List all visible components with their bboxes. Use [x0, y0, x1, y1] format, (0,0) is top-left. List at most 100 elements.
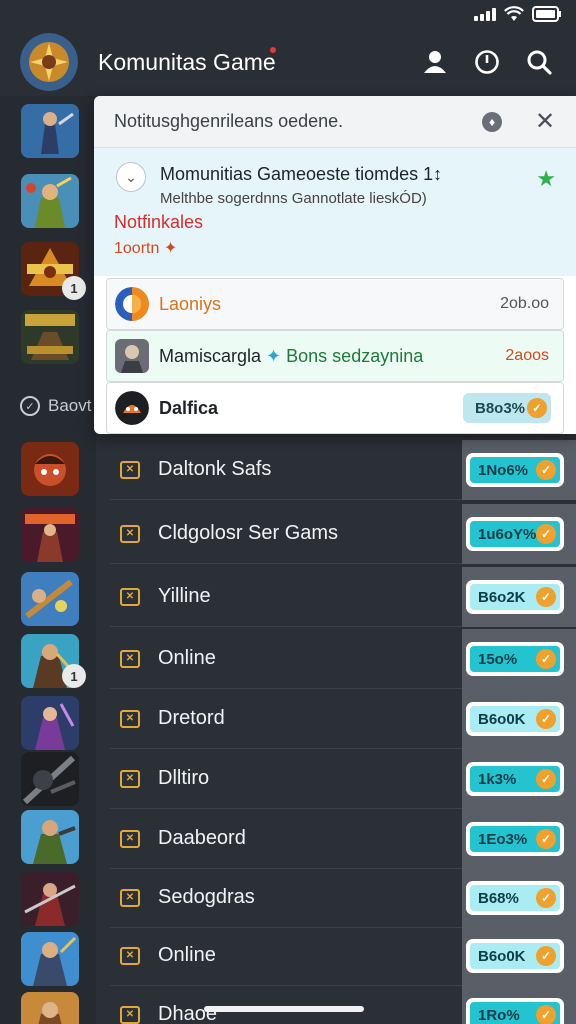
price-chip[interactable]: 1u6oY% ✓	[466, 517, 564, 551]
search-button[interactable]	[524, 47, 554, 77]
price-chip[interactable]: B6o0K ✓	[466, 939, 564, 973]
price-value: 1Eo3% ✓	[470, 826, 560, 852]
notification-header: Notitusghgenrileans oedene. ♦ ✕	[94, 96, 576, 148]
game-controller-icon: ✕	[120, 460, 140, 479]
game-thumb[interactable]	[21, 992, 79, 1024]
price-chip[interactable]: B8o3% ✓	[463, 393, 551, 423]
item-avatar	[115, 391, 149, 425]
game-controller-icon: ✕	[120, 946, 140, 965]
coin-icon: ✓	[536, 587, 556, 607]
list-item[interactable]: ✕ Online 15o% ✓	[96, 629, 576, 689]
game-title: Sedogdras	[158, 886, 255, 908]
game-thumb[interactable]	[21, 810, 79, 864]
notification-item[interactable]: Laoniys 2ob.oo	[106, 278, 564, 330]
game-thumb[interactable]	[21, 442, 79, 496]
item-value: 2aoos	[505, 347, 549, 364]
game-title: Daltonk Safs	[158, 458, 272, 480]
list-item[interactable]: ✕ Cldgolosr Ser Gams 1u6oY% ✓	[96, 504, 576, 564]
check-circle-icon: ✓	[20, 396, 40, 416]
app-title: Komunitas Game	[98, 46, 276, 75]
coin-icon: ✓	[536, 829, 556, 849]
badge-count: 1	[62, 276, 86, 300]
battery-icon	[532, 6, 562, 22]
list-item[interactable]: ✕ Daltonk Safs 1No6% ✓	[96, 440, 576, 500]
item-label: Mamiscargla ✦ Bons sedzaynina	[159, 345, 424, 366]
coin-icon: ✓	[536, 1005, 556, 1024]
notification-title: Notitusghgenrileans oedene.	[114, 111, 344, 131]
game-thumb[interactable]	[21, 572, 79, 626]
badge-count: 1	[62, 664, 86, 688]
game-title: Yilline	[158, 585, 211, 607]
price-chip[interactable]: 1Eo3% ✓	[466, 822, 564, 856]
price-value: B6o0K ✓	[470, 706, 560, 732]
close-icon[interactable]: ✕	[534, 107, 556, 136]
coin-icon: ✓	[536, 888, 556, 908]
game-controller-icon: ✕	[120, 709, 140, 728]
sparkle-icon: ✦	[266, 345, 282, 366]
game-thumb[interactable]	[21, 174, 79, 228]
price-value: B6o2K ✓	[470, 584, 560, 610]
game-title: Dlltiro	[158, 767, 210, 789]
price-chip[interactable]: B6o2K ✓	[466, 580, 564, 614]
app-logo	[20, 33, 78, 91]
clock-icon	[475, 50, 499, 74]
game-thumb[interactable]	[21, 508, 79, 562]
header-actions	[420, 47, 554, 77]
price-chip[interactable]: B68% ✓	[466, 881, 564, 915]
chevron-down-icon[interactable]: ⌄	[116, 162, 146, 192]
coin-icon: ✓	[536, 649, 556, 669]
game-title: Daabeord	[158, 827, 246, 849]
game-controller-icon: ✕	[120, 1005, 140, 1024]
price-chip[interactable]: 1k3% ✓	[466, 762, 564, 796]
message-subtitle: Melthbe sogerdnns Gannotlate lieskÓD)	[160, 190, 427, 207]
coin-icon: ✓	[527, 398, 547, 418]
notification-item[interactable]: Dalfica B8o3% ✓	[106, 382, 564, 434]
profile-button[interactable]	[420, 47, 450, 77]
price-chip[interactable]: 15o% ✓	[466, 642, 564, 676]
price-chip[interactable]: B6o0K ✓	[466, 702, 564, 736]
sidebar-section[interactable]: ✓ Baovt	[20, 396, 91, 416]
game-thumb[interactable]	[21, 872, 79, 926]
list-item[interactable]: ✕ Dhaoe 1Ro% ✓	[96, 985, 576, 1024]
game-thumb[interactable]	[21, 310, 79, 364]
list-item[interactable]: ✕ Dretord B6o0K ✓	[96, 689, 576, 749]
game-thumb[interactable]	[21, 104, 79, 158]
price-value: 1Ro% ✓	[470, 1002, 560, 1024]
home-indicator[interactable]	[204, 1006, 364, 1012]
coin-icon: ✓	[536, 460, 556, 480]
list-item[interactable]: ✕ Sedogdras B68% ✓	[96, 868, 576, 928]
price-value: 1No6% ✓	[470, 457, 560, 483]
search-icon	[527, 50, 552, 75]
notification-message[interactable]: ⌄ Momunitias Gameoeste tiomdes 1↕ ★ Melt…	[94, 148, 576, 276]
item-avatar	[115, 287, 149, 321]
item-label: Laoniys	[159, 293, 222, 314]
history-button[interactable]	[472, 47, 502, 77]
notification-panel: Notitusghgenrileans oedene. ♦ ✕ ⌄ Momuni…	[94, 96, 576, 434]
list-item[interactable]: ✕ Daabeord 1Eo3% ✓	[96, 809, 576, 869]
list-item[interactable]: ✕ Online B6o0K ✓	[96, 926, 576, 986]
item-value: 2ob.oo	[500, 295, 549, 312]
price-value: 1u6oY% ✓	[470, 521, 560, 547]
price-chip[interactable]: 1No6% ✓	[466, 453, 564, 487]
game-title: Dretord	[158, 707, 225, 729]
game-controller-icon: ✕	[120, 587, 140, 606]
item-label: Dalfica	[159, 397, 219, 418]
price-chip[interactable]: 1Ro% ✓	[466, 998, 564, 1024]
list-item[interactable]: ✕ Yilline B6o2K ✓	[96, 567, 576, 627]
info-icon[interactable]: ♦	[482, 111, 502, 132]
list-item[interactable]: ✕ Dlltiro 1k3% ✓	[96, 749, 576, 809]
wifi-icon	[504, 6, 524, 22]
notification-item[interactable]: Mamiscargla ✦ Bons sedzaynina 2aoos	[106, 330, 564, 382]
game-thumb[interactable]	[21, 752, 79, 806]
message-label: Notfinkales	[114, 212, 204, 232]
star-icon[interactable]: ★	[536, 166, 556, 192]
game-sidebar: 1 ✓ Baovt 1	[0, 96, 96, 1024]
signal-icon	[474, 7, 496, 21]
message-title: Momunitias Gameoeste tiomdes 1↕	[160, 164, 443, 184]
coin-icon: ✓	[536, 524, 556, 544]
coin-icon: ✓	[536, 709, 556, 729]
game-controller-icon: ✕	[120, 649, 140, 668]
game-thumb[interactable]	[21, 696, 79, 750]
profile-icon	[424, 51, 446, 73]
game-thumb[interactable]	[21, 932, 79, 986]
